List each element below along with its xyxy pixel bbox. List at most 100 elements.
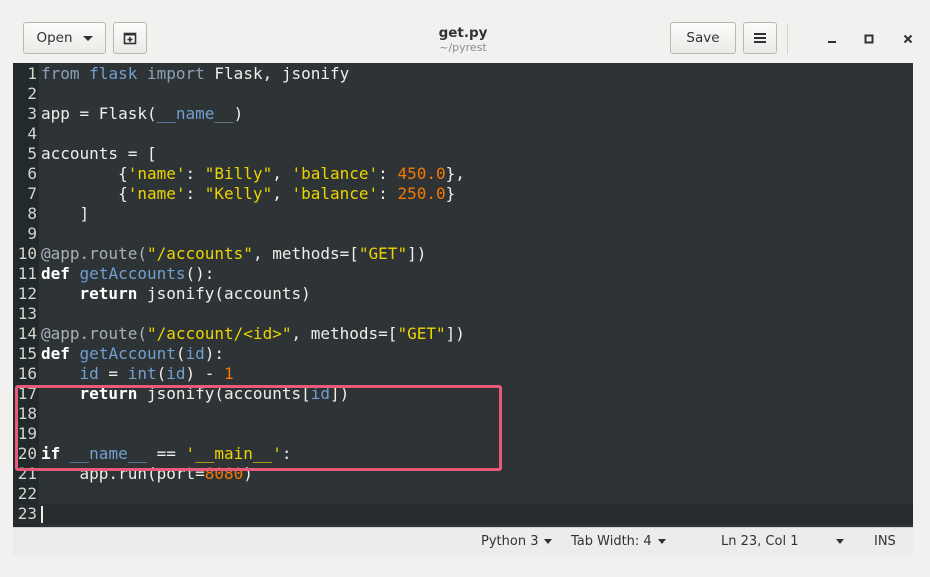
code-token: ]) xyxy=(445,324,465,343)
code-token: def xyxy=(41,344,70,363)
language-selector[interactable]: Python 3 xyxy=(481,534,553,549)
code-token: ) - xyxy=(185,364,225,383)
code-token: , xyxy=(272,184,292,203)
save-button[interactable]: Save xyxy=(670,22,736,54)
line-number: 16 xyxy=(17,364,37,383)
code-line: 16 id = int(id) - 1 xyxy=(13,364,913,384)
line-number: 4 xyxy=(27,124,37,143)
maximize-button[interactable] xyxy=(857,28,881,50)
highlight-annotation-box xyxy=(15,385,502,471)
code-token: "GET" xyxy=(358,244,408,263)
cursor-position-label: Ln 23, Col 1 xyxy=(721,534,799,549)
code-token: 'name' xyxy=(127,184,186,203)
code-token: ] xyxy=(41,204,90,223)
code-token: : xyxy=(185,164,205,183)
line-number: 11 xyxy=(17,264,37,283)
status-bar: Python 3 Tab Width: 4 Ln 23, Col 1 INS xyxy=(13,527,913,555)
close-icon xyxy=(903,34,913,44)
code-token: : xyxy=(185,184,205,203)
line-number: 7 xyxy=(27,184,37,203)
code-token: 1 xyxy=(224,364,234,383)
code-line: 6 {'name': "Billy", 'balance': 450.0}, xyxy=(13,164,913,184)
code-token: getAccounts xyxy=(79,264,186,283)
code-line: 8 ] xyxy=(13,204,913,224)
code-line: 23 xyxy=(13,504,913,524)
code-token: ]) xyxy=(407,244,427,263)
line-number: 12 xyxy=(17,284,37,303)
code-token: import xyxy=(146,64,205,83)
code-text: return jsonify(accounts) xyxy=(41,284,311,304)
tab-width-label: Tab Width: 4 xyxy=(571,534,652,549)
code-token: id xyxy=(166,364,186,383)
line-number: 23 xyxy=(17,504,37,523)
new-document-icon xyxy=(123,32,137,45)
minimize-icon xyxy=(828,41,836,43)
line-number: 3 xyxy=(27,104,37,123)
code-token: 'name' xyxy=(127,164,186,183)
new-tab-button[interactable] xyxy=(113,22,147,54)
close-button[interactable] xyxy=(896,28,920,50)
code-token: @app.route( xyxy=(41,324,147,343)
maximize-icon xyxy=(864,34,874,44)
code-line: 13 xyxy=(13,304,913,324)
code-text: def getAccount(id): xyxy=(41,344,224,364)
code-token: "Kelly" xyxy=(204,184,273,203)
code-line: 9 xyxy=(13,224,913,244)
chevron-down-icon xyxy=(657,539,666,544)
hamburger-menu-icon xyxy=(754,33,766,43)
code-token: "GET" xyxy=(397,324,446,343)
window-title: get.py xyxy=(438,25,488,41)
code-token: (): xyxy=(185,264,215,283)
open-button[interactable]: Open xyxy=(23,22,106,54)
code-text: {'name': "Kelly", 'balance': 250.0} xyxy=(41,184,455,204)
chevron-down-icon xyxy=(544,539,553,544)
code-token: id xyxy=(185,344,205,363)
line-number: 9 xyxy=(27,224,37,243)
code-token: ): xyxy=(204,344,225,363)
code-line: 4 xyxy=(13,124,913,144)
code-line: 2 xyxy=(13,84,913,104)
menu-button[interactable] xyxy=(743,22,777,54)
code-token: ( xyxy=(175,344,186,363)
code-line: 5 accounts = [ xyxy=(13,144,913,164)
code-token: , methods=[ xyxy=(291,324,398,343)
code-text: app = Flask(__name__) xyxy=(41,104,243,124)
code-line: 7 {'name': "Kelly", 'balance': 250.0} xyxy=(13,184,913,204)
code-token: }, xyxy=(445,164,465,183)
code-line: 12 return jsonify(accounts) xyxy=(13,284,913,304)
code-token: return xyxy=(79,284,138,303)
code-token: 'balance' xyxy=(291,164,379,183)
code-token: 250.0 xyxy=(397,184,446,203)
code-token: } xyxy=(445,184,456,203)
code-text: @app.route("/account/<id>", methods=["GE… xyxy=(41,324,465,344)
window-title-area: get.py ~/pyrest xyxy=(340,25,586,54)
line-number: 14 xyxy=(17,324,37,343)
code-editor[interactable]: 1 from flask import Flask, jsonify 2 3 app =… xyxy=(13,63,913,527)
line-number: 1 xyxy=(27,64,37,83)
open-button-label: Open xyxy=(36,30,73,46)
line-number: 15 xyxy=(17,344,37,363)
code-text: def getAccounts(): xyxy=(41,264,214,284)
tab-width-selector[interactable]: Tab Width: 4 xyxy=(571,534,666,549)
code-line: 14 @app.route("/account/<id>", methods=["… xyxy=(13,324,913,344)
code-token: , methods=[ xyxy=(252,244,359,263)
header-bar: Open get.py ~/pyrest Save xyxy=(10,12,916,62)
chevron-down-icon xyxy=(836,539,845,544)
code-token: { xyxy=(41,184,128,203)
code-token: : xyxy=(378,184,398,203)
code-token: @app.route( xyxy=(41,244,147,263)
minimize-button[interactable] xyxy=(820,28,844,50)
code-line: 1 from flask import Flask, jsonify xyxy=(13,64,913,84)
code-token: "Billy" xyxy=(204,164,273,183)
code-token: jsonify(accounts) xyxy=(137,284,311,303)
code-token: int xyxy=(127,364,157,383)
code-token: ) xyxy=(233,104,244,123)
insert-mode-indicator[interactable]: INS xyxy=(874,534,896,549)
cursor-position-selector[interactable]: Ln 23, Col 1 xyxy=(721,534,845,549)
